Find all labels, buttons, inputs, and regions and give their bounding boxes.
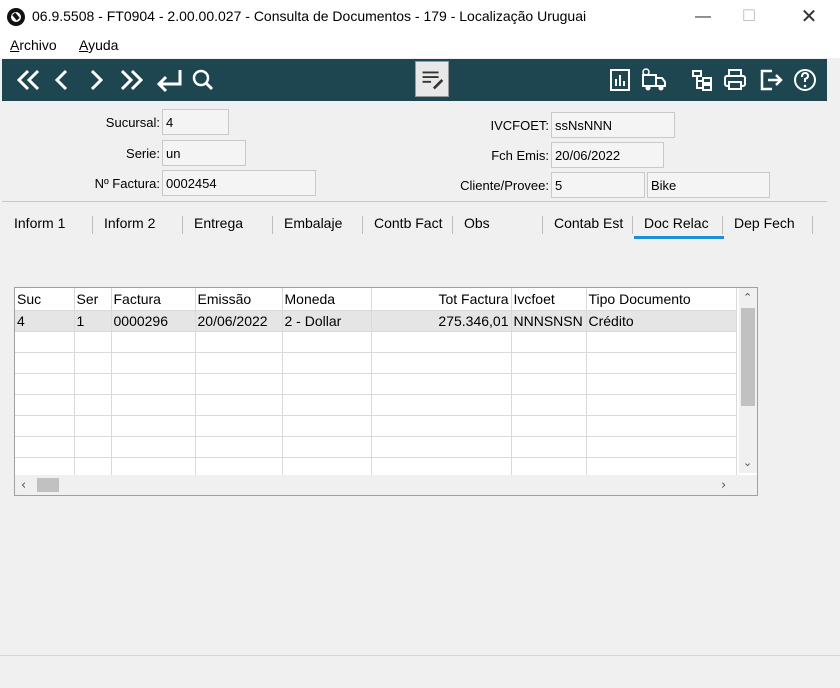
scroll-up-icon[interactable]: ⌃ [743, 291, 752, 304]
menu-bar: Archivo Ayuda [0, 34, 840, 58]
column-header-emissao[interactable]: Emissão [195, 288, 283, 311]
empty-row [15, 415, 737, 437]
cliente-code-field[interactable]: 5 [551, 172, 645, 198]
table-row[interactable]: 4 1 0000296 20/06/2022 2 - Dollar 275.34… [15, 310, 737, 332]
tab-contab-est[interactable]: Contab Est [554, 215, 623, 231]
menu-ayuda[interactable]: Ayuda [79, 37, 118, 53]
factura-field[interactable]: 0002454 [162, 170, 316, 196]
cell-ivcfoet: NNNSNSN [511, 310, 587, 332]
cell-tipo-documento: Crédito [586, 310, 737, 332]
empty-row [15, 373, 737, 395]
horizontal-scrollbar[interactable]: ‹ › [15, 475, 757, 495]
tab-entrega[interactable]: Entrega [194, 215, 243, 231]
tab-divider [362, 216, 363, 234]
toolbar [2, 59, 827, 101]
fch-emis-field[interactable]: 20/06/2022 [551, 142, 664, 168]
next-icon[interactable] [86, 64, 106, 96]
empty-row [15, 331, 737, 353]
sucursal-field[interactable]: 4 [162, 109, 229, 135]
tab-inform-1[interactable]: Inform 1 [14, 215, 65, 231]
column-header-moneda[interactable]: Moneda [282, 288, 372, 311]
status-bar [0, 655, 840, 688]
tab-divider [182, 216, 183, 234]
factura-label: Nº Factura: [94, 176, 160, 191]
empty-row [15, 436, 737, 458]
cell-factura: 0000296 [111, 310, 196, 332]
vertical-scrollbar[interactable]: ⌃ ⌄ [739, 288, 757, 473]
tab-divider [452, 216, 453, 234]
cell-suc: 4 [15, 310, 75, 332]
active-tab-indicator [634, 236, 724, 239]
column-header-ser[interactable]: Ser [74, 288, 112, 311]
serie-label: Serie: [126, 146, 160, 161]
print-icon[interactable] [722, 64, 748, 96]
tab-divider [272, 216, 273, 234]
title-bar: 06.9.5508 - FT0904 - 2.00.00.027 - Consu… [0, 0, 840, 34]
tab-divider [632, 216, 633, 234]
documents-table: Suc Ser Factura Emissão Moneda Tot Factu… [15, 288, 737, 479]
document-header-form: Sucursal: 4 Serie: un Nº Factura: 000245… [2, 103, 827, 202]
previous-icon[interactable] [52, 64, 72, 96]
cell-tot-factura: 275.346,01 [371, 310, 512, 332]
column-header-tipo-documento[interactable]: Tipo Documento [586, 288, 737, 311]
cell-ser: 1 [74, 310, 112, 332]
exit-icon[interactable] [758, 64, 784, 96]
close-button[interactable]: ✕ [786, 0, 832, 34]
horizontal-scroll-thumb[interactable] [37, 478, 59, 492]
serie-field[interactable]: un [162, 140, 246, 166]
column-header-ivcfoet[interactable]: Ivcfoet [511, 288, 587, 311]
fch-emis-label: Fch Emis: [491, 148, 549, 163]
hierarchy-icon[interactable] [690, 64, 714, 96]
menu-archivo-label: rchivo [19, 37, 57, 53]
tab-dep-fech[interactable]: Dep Fech [734, 215, 795, 231]
tab-strip: Inform 1 Inform 2 Entrega Embalaje Contb… [2, 206, 827, 240]
column-header-tot-factura[interactable]: Tot Factura [371, 288, 512, 311]
empty-row [15, 394, 737, 416]
first-icon[interactable] [14, 64, 42, 96]
scroll-left-icon[interactable]: ‹ [21, 478, 26, 493]
sucursal-label: Sucursal: [105, 115, 160, 130]
edit-document-icon[interactable] [415, 61, 449, 97]
menu-archivo-mnemonic: A [10, 37, 20, 53]
column-header-suc[interactable]: Suc [15, 288, 75, 311]
tab-divider [542, 216, 543, 234]
tab-divider [722, 216, 723, 234]
column-header-factura[interactable]: Factura [111, 288, 196, 311]
window-title: 06.9.5508 - FT0904 - 2.00.00.027 - Consu… [32, 8, 587, 24]
ivcfoet-field[interactable]: ssNsNNN [551, 112, 675, 138]
last-icon[interactable] [118, 64, 146, 96]
scroll-right-icon[interactable]: › [721, 478, 726, 493]
maximize-button[interactable]: ☐ [726, 0, 772, 34]
return-icon[interactable] [154, 64, 184, 96]
empty-row [15, 352, 737, 374]
minimize-button[interactable]: — [680, 0, 726, 34]
cell-moneda: 2 - Dollar [282, 310, 372, 332]
menu-ayuda-mnemonic: A [79, 37, 89, 53]
tab-embalaje[interactable]: Embalaje [284, 215, 342, 231]
tab-obs[interactable]: Obs [464, 215, 490, 231]
tab-divider [812, 216, 813, 234]
search-icon[interactable] [190, 64, 216, 96]
menu-ayuda-label: yuda [88, 37, 119, 53]
report-chart-icon[interactable] [608, 64, 632, 96]
delivery-truck-icon[interactable] [640, 64, 668, 96]
tab-inform-2[interactable]: Inform 2 [104, 215, 155, 231]
cliente-label: Cliente/Provee: [460, 178, 549, 193]
menu-archivo[interactable]: Archivo [10, 37, 57, 53]
tab-doc-relac[interactable]: Doc Relac [644, 215, 709, 231]
ivcfoet-label: IVCFOET: [490, 118, 549, 133]
help-icon[interactable] [792, 64, 818, 96]
tab-contb-fact[interactable]: Contb Fact [374, 215, 442, 231]
vertical-scroll-thumb[interactable] [741, 308, 755, 406]
tab-divider [92, 216, 93, 234]
cell-emissao: 20/06/2022 [195, 310, 283, 332]
scroll-down-icon[interactable]: ⌄ [743, 456, 752, 469]
table-header-row: Suc Ser Factura Emissão Moneda Tot Factu… [15, 288, 737, 311]
cliente-name-field[interactable]: Bike [647, 172, 770, 198]
app-logo-icon [7, 8, 25, 26]
related-documents-grid: Suc Ser Factura Emissão Moneda Tot Factu… [14, 287, 758, 496]
